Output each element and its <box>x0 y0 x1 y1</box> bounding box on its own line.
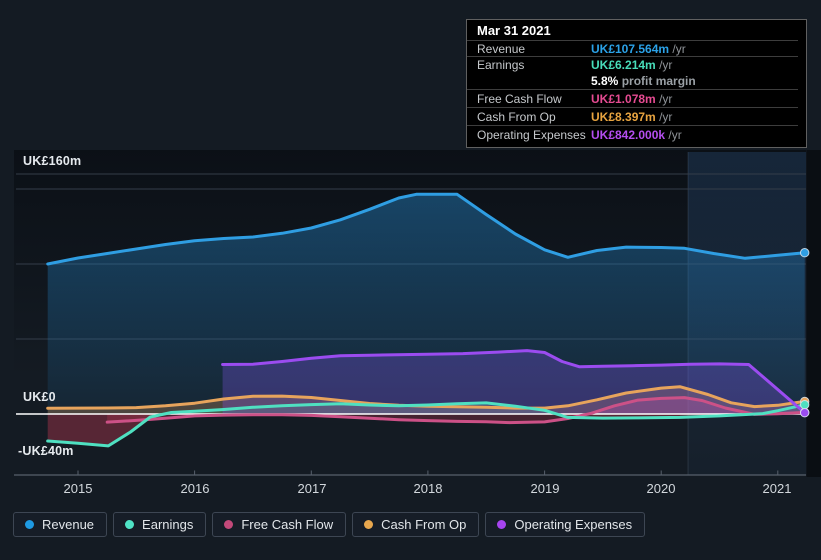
x-tick-2016: 2016 <box>180 481 210 496</box>
x-tick-2021: 2021 <box>762 481 792 496</box>
legend-label: Free Cash Flow <box>241 517 334 532</box>
plot-right-margin <box>806 150 821 477</box>
tooltip-value: UK£842.000k /yr <box>591 128 682 142</box>
tooltip-label: Operating Expenses <box>477 128 586 142</box>
legend-item-cash-from-op[interactable]: Cash From Op <box>352 512 480 537</box>
y-axis-label-max: UK£160m <box>23 154 82 168</box>
profit-margin: 5.8% profit margin <box>591 74 696 88</box>
chart-tooltip: Mar 31 2021 Revenue UK£107.564m /yr Earn… <box>466 19 807 148</box>
tooltip-date: Mar 31 2021 <box>467 20 798 41</box>
x-tick-2020: 2020 <box>646 481 676 496</box>
cash-from-op-dot-icon <box>364 520 374 529</box>
legend-item-operating-expenses[interactable]: Operating Expenses <box>485 512 646 537</box>
x-tick-2017: 2017 <box>297 481 327 496</box>
tooltip-row-revenue: Revenue UK£107.564m /yr <box>467 41 798 57</box>
tooltip-row-free-cash-flow: Free Cash Flow UK£1.078m /yr <box>467 90 798 108</box>
y-axis-label-zero: UK£0 <box>23 390 56 404</box>
x-tick-2015: 2015 <box>63 481 93 496</box>
tooltip-row-cash-from-op: Cash From Op UK£8.397m /yr <box>467 108 798 126</box>
earnings-dot-icon <box>125 520 135 529</box>
tooltip-value: UK£107.564m /yr <box>591 42 686 56</box>
financials-chart-panel: UK£160m UK£0 -UK£40m 2015 2016 2017 2018… <box>0 0 821 560</box>
legend-label: Earnings <box>142 517 194 532</box>
tooltip-row-operating-expenses: Operating Expenses UK£842.000k /yr <box>467 126 806 145</box>
legend-item-revenue[interactable]: Revenue <box>13 512 108 537</box>
tooltip-value: UK£8.397m /yr <box>591 110 673 124</box>
legend-label: Revenue <box>42 517 95 532</box>
tooltip-label: Earnings <box>477 58 525 72</box>
tooltip-value: UK£6.214m /yr <box>591 58 673 72</box>
tooltip-row-earnings: Earnings UK£6.214m /yr <box>467 57 806 73</box>
free-cash-flow-dot-icon <box>224 520 234 529</box>
chart-legend: Revenue Earnings Free Cash Flow Cash Fro… <box>13 512 646 537</box>
y-axis-label-min: -UK£40m <box>18 444 74 458</box>
legend-item-earnings[interactable]: Earnings <box>113 512 207 537</box>
legend-label: Operating Expenses <box>514 517 633 532</box>
operating-expenses-dot-icon <box>497 520 507 529</box>
tooltip-label: Cash From Op <box>477 110 556 124</box>
revenue-dot-icon <box>25 520 34 529</box>
tooltip-label: Free Cash Flow <box>477 92 562 106</box>
x-tick-2018: 2018 <box>413 481 443 496</box>
tooltip-row-profit-margin: 5.8% profit margin <box>467 73 798 90</box>
tooltip-value: UK£1.078m /yr <box>591 92 673 106</box>
legend-label: Cash From Op <box>381 517 467 532</box>
tooltip-label: Revenue <box>477 42 526 56</box>
x-tick-2019: 2019 <box>530 481 560 496</box>
legend-item-free-cash-flow[interactable]: Free Cash Flow <box>212 512 347 537</box>
